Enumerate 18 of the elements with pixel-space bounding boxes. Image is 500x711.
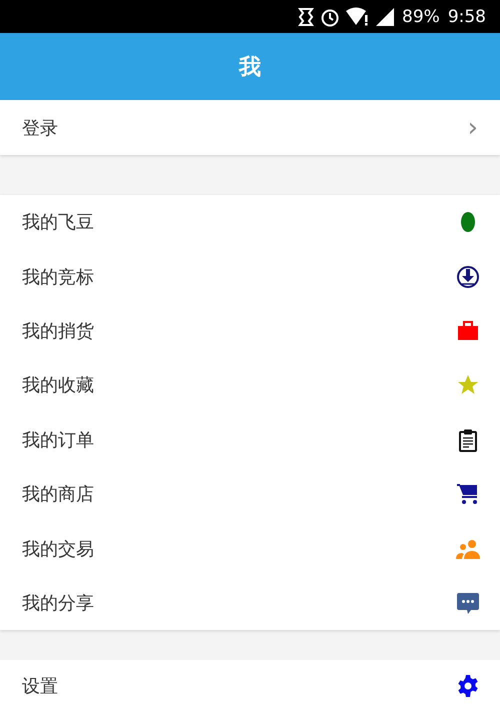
sim-icon	[298, 6, 314, 26]
menu-item[interactable]: 我的飞豆	[0, 195, 500, 250]
menu-item[interactable]: 我的收藏	[0, 358, 500, 413]
clock: 9:58	[448, 6, 486, 26]
alarm-icon	[320, 6, 340, 26]
menu-item[interactable]: 我的分享	[0, 576, 500, 630]
menu-item[interactable]: 我的订单	[0, 412, 500, 467]
wifi-icon	[346, 6, 370, 26]
battery-level: 89%	[402, 6, 440, 26]
menu-item[interactable]: 我的商店	[0, 466, 500, 522]
chevron-icon: ›	[468, 112, 478, 142]
signal-icon	[376, 6, 394, 26]
login-row[interactable]: 登录 ›	[0, 100, 500, 155]
menu-item[interactable]: 我的捎货	[0, 304, 500, 358]
menu-item[interactable]: 我的竞标	[0, 249, 500, 304]
page-title: 我	[239, 54, 261, 82]
menu-item[interactable]: 我的交易	[0, 521, 500, 576]
settings-row[interactable]: 设置	[0, 660, 500, 711]
